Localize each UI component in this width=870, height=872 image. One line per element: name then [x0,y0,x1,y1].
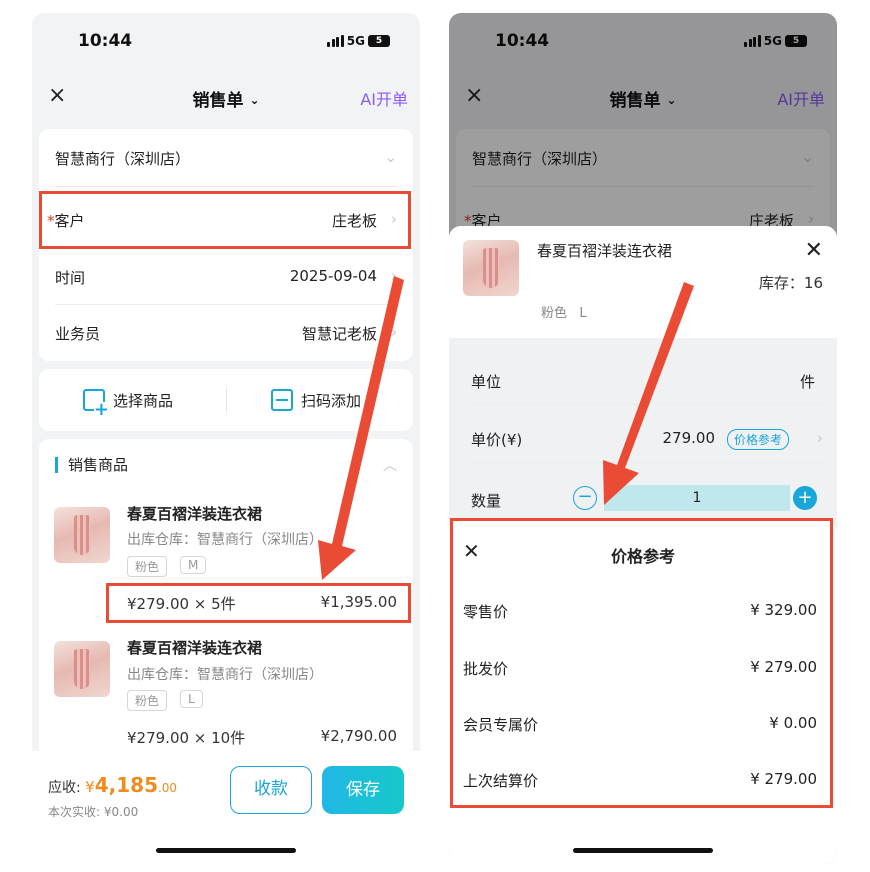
product-total: ¥1,395.00 [320,593,397,611]
quantity-label: 数量 [471,492,502,510]
home-indicator [573,848,713,853]
salesperson-label: 业务员 [55,325,101,343]
unit-label: 单位 [471,373,502,391]
popup-title: 价格参考 [610,547,675,566]
required-mark: * [47,212,55,230]
save-button[interactable]: 保存 [322,766,404,814]
product-name: 春夏百褶洋装连衣裙 [127,505,263,523]
phone-screen-right: 10:44 5G 5 × 销售单 ⌄ AI开单 智慧商行（深圳店） ⌄ *客户 庄… [449,13,837,863]
chevron-right-icon: › [391,323,397,341]
price-reference-popup: ✕ 价格参考 零售价 ¥ 329.00 批发价 ¥ 279.00 会员专属价 ¥… [449,521,837,863]
order-info-card: 智慧商行（深圳店） ⌄ *客户 庄老板 › 时间 2025-09-04 › 业务… [39,129,413,361]
phone-screen-left: 10:44 5G 5 × 销售单 ⌄ AI开单 智慧商行（深圳店） ⌄ *客户 庄… [32,13,420,863]
product-warehouse: 出库仓库：智慧商行（深圳店） [127,667,323,683]
price-label: 零售价 [463,603,509,621]
product-name: 春夏百褶洋装连衣裙 [537,242,673,260]
close-icon[interactable]: ✕ [805,238,823,263]
unit-value: 件 [799,373,815,391]
price-value: ¥ 279.00 [750,770,817,788]
status-bar: 10:44 5G 5 [32,13,420,73]
price-value: ¥ 0.00 [769,714,817,732]
price-label: 会员专属价 [463,716,539,734]
price-label: 批发价 [463,660,509,678]
scan-icon [271,389,293,411]
price-value: ¥ 329.00 [750,601,817,619]
quantity-decrease-button[interactable]: − [573,486,597,510]
status-icons: 5G 5 [327,34,390,48]
store-name: 智慧商行（深圳店） [55,150,191,168]
amount-due-currency: ¥ [85,778,95,796]
sheet-header: 春夏百褶洋装连衣裙 ✕ 库存：16 粉色 L [449,226,837,338]
product-thumbnail [54,641,110,697]
stock-count: 库存：16 [758,274,823,292]
spec-size: L [579,306,587,321]
amount-due-label: 应收: [48,780,81,796]
spec-color: 粉色 [541,306,568,321]
scan-add-label: 扫码添加 [301,391,362,410]
product-price-qty: ¥279.00 × 5件 [127,595,236,613]
nav-bar: × 销售单 ⌄ AI开单 [32,81,420,115]
product-price-qty: ¥279.00 × 10件 [127,729,246,747]
status-time: 10:44 [78,31,133,51]
tag-color: 粉色 [127,690,168,711]
tag-size: M [180,556,207,574]
select-goods-button[interactable]: 选择商品 [83,389,174,418]
product-thumbnail [463,240,519,296]
battery-icon: 5 [368,35,390,47]
salesperson-value: 智慧记老板 [301,325,377,343]
divider [55,186,397,187]
chevron-down-icon: ⌄ [249,93,260,107]
amount-paid: 本次实收: ¥0.00 [48,805,139,819]
price-reference-button[interactable]: 价格参考 [726,429,789,450]
bottom-bar: 应收: ¥4,185.00 本次实收: ¥0.00 收款 保存 [32,751,420,863]
chevron-right-icon: › [391,267,397,285]
divider [55,304,397,305]
collapse-icon[interactable]: ︿ [383,455,397,475]
product-thumbnail [54,507,110,563]
add-goods-icon [83,389,110,418]
signal-icon [327,35,344,47]
collect-payment-button[interactable]: 收款 [230,766,312,814]
chevron-down-icon: ⌄ [384,148,397,166]
amount-due-decimal: .00 [157,781,178,795]
sales-goods-card: 销售商品 ︿ 春夏百褶洋装连衣裙 出库仓库：智慧商行（深圳店） 粉色 M ¥27… [39,439,413,769]
page-title-text: 销售单 [192,91,244,111]
chevron-right-icon: › [391,210,397,228]
tag-color: 粉色 [127,556,168,577]
add-goods-card: 选择商品 扫码添加 [39,369,413,431]
price-value: ¥ 279.00 [750,658,817,676]
customer-label-text: 客户 [54,212,85,230]
amount-due: 应收: ¥4,185.00 [48,773,177,797]
customer-label: *客户 [47,210,85,231]
unit-price-value: 279.00 [662,429,716,447]
price-label: 上次结算价 [463,772,539,790]
ai-order-link[interactable]: AI开单 [360,86,408,110]
product-name: 春夏百褶洋装连衣裙 [127,639,263,657]
time-value: 2025-09-04 [289,267,377,285]
divider [471,404,823,405]
customer-value: 庄老板 [331,212,377,230]
network-label: 5G [346,34,365,48]
quantity-increase-button[interactable]: + [793,486,817,510]
divider [226,387,227,413]
select-goods-label: 选择商品 [113,391,174,410]
time-label: 时间 [55,269,86,287]
product-total: ¥2,790.00 [320,727,397,745]
amount-due-integer: 4,185 [94,773,158,797]
unit-price-label: 单价(¥) [471,431,523,449]
product-spec: 粉色 L [541,302,587,321]
section-title: 销售商品 [55,457,128,473]
home-indicator [156,848,296,853]
product-warehouse: 出库仓库：智慧商行（深圳店） [127,532,323,548]
divider [471,462,823,463]
quantity-input[interactable]: 1 [604,485,790,511]
divider [55,247,397,248]
scan-add-button[interactable]: 扫码添加 [271,389,361,411]
chevron-right-icon: › [817,429,823,447]
tag-size: L [180,690,203,708]
